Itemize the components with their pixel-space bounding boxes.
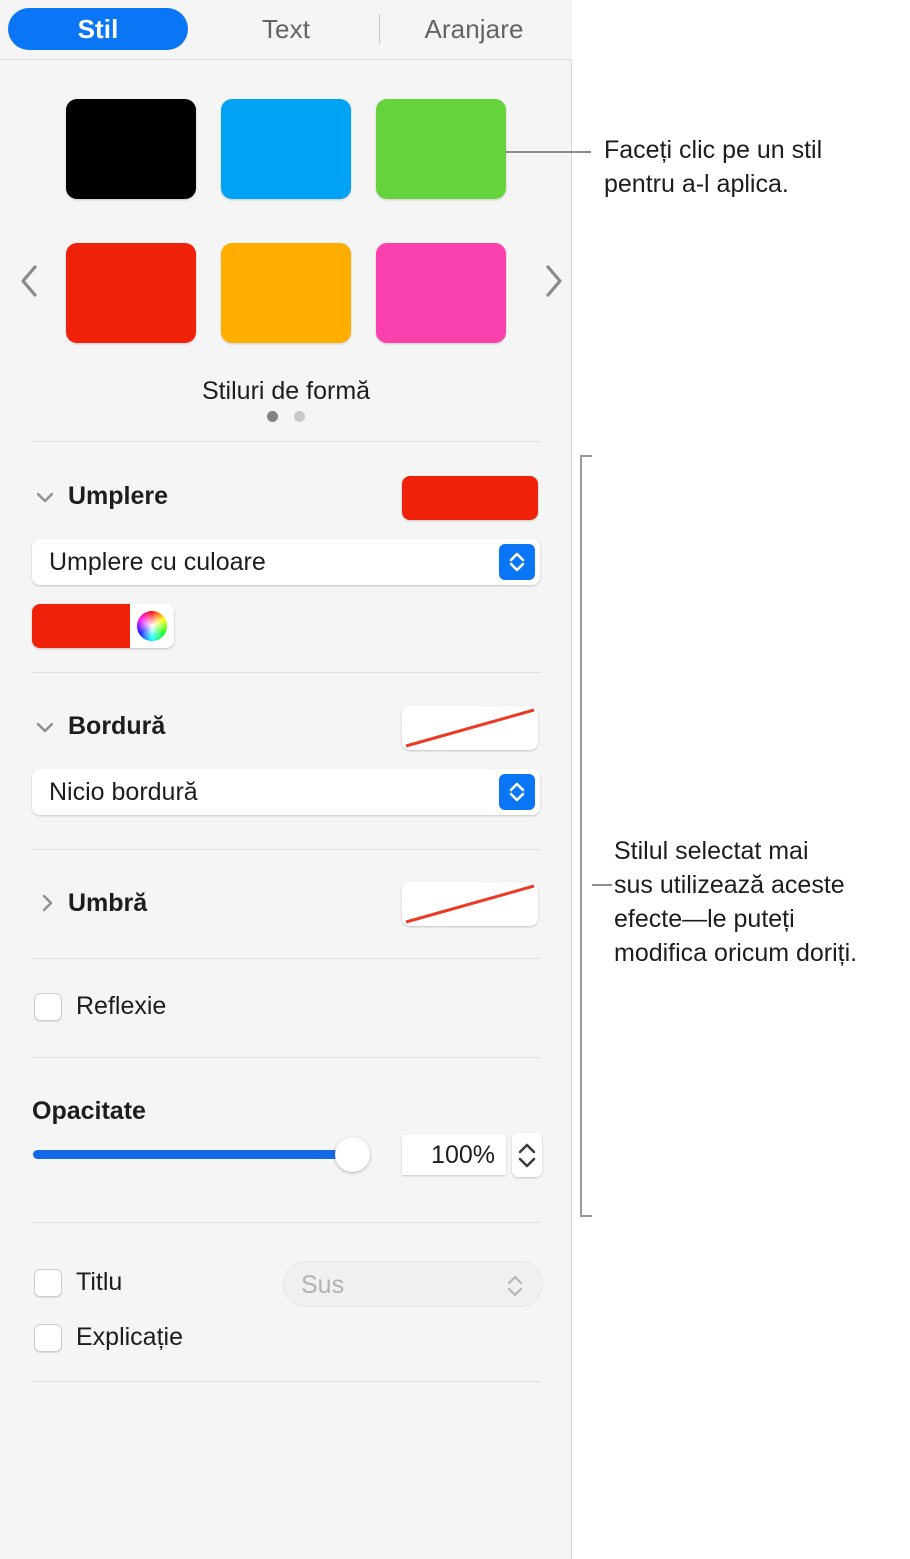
shadow-section-title: Umbră [68,889,148,917]
tab-divider [379,14,380,45]
fill-preview-swatch[interactable] [402,476,538,520]
style-blue[interactable] [221,99,351,199]
border-preview-none[interactable] [402,706,538,750]
callout-leader-line [505,151,591,153]
style-black[interactable] [66,99,196,199]
callout-bracket [580,455,592,1217]
title-checkbox[interactable] [34,1269,62,1297]
callout-effects-line1: Stilul selectat mai [614,837,809,865]
callout-effects-line2: sus utilizează aceste [614,871,845,899]
chevron-updown-icon[interactable] [499,774,535,810]
style-green[interactable] [376,99,506,199]
opacity-value: 100% [431,1141,495,1169]
shadow-preview-none[interactable] [402,882,538,926]
gallery-title: Stiluri de formă [201,377,371,405]
divider [32,1222,540,1223]
style-pink[interactable] [376,243,506,343]
title-label: Titlu [76,1268,123,1296]
border-section-title: Bordură [68,712,166,740]
divider [32,1381,540,1382]
color-wheel-icon[interactable] [137,611,167,641]
chevron-updown-icon[interactable] [499,544,535,580]
opacity-input[interactable]: 100% [402,1135,506,1175]
chevron-down-icon[interactable] [32,714,58,740]
page-dot-1[interactable] [267,411,278,422]
tab-text[interactable]: Text [196,8,376,50]
divider [32,849,540,850]
page-dot-2[interactable] [294,411,305,422]
callout-effects: Stilul selectat mai sus utilizează acest… [614,834,910,970]
divider [32,958,540,959]
inspector-tab-bar: Stil Text Aranjare [0,0,572,60]
reflection-checkbox[interactable] [34,993,62,1021]
shape-styles-gallery: Stiluri de formă [0,59,572,437]
divider [32,1057,540,1058]
reflection-label: Reflexie [76,992,167,1020]
style-orange[interactable] [221,243,351,343]
chevron-updown-icon[interactable] [504,1273,526,1299]
opacity-stepper[interactable] [512,1133,542,1177]
fill-section-title: Umplere [68,482,169,510]
callout-effects-line4: modifica oricum doriți. [614,939,858,967]
callout-styles-line2: pentru a-l aplica. [604,170,789,198]
opacity-slider-knob[interactable] [335,1137,370,1172]
divider [32,441,540,442]
title-position-popup[interactable]: Sus [283,1261,543,1307]
callout-styles: Faceți clic pe un stil pentru a-l aplica… [604,133,904,201]
callout-leader-line [592,884,612,886]
chevron-left-icon[interactable] [12,259,46,303]
opacity-slider-fill [33,1150,363,1159]
chevron-right-icon[interactable] [34,890,60,916]
opacity-label: Opacitate [32,1097,146,1125]
callout-styles-line1: Faceți clic pe un stil [604,136,823,164]
fill-color-swatch[interactable] [32,604,130,648]
caption-checkbox[interactable] [34,1324,62,1352]
style-red[interactable] [66,243,196,343]
gallery-page-dots[interactable] [0,411,572,422]
fill-type-value: Umplere cu culoare [49,548,266,576]
chevron-down-icon[interactable] [32,484,58,510]
border-type-popup[interactable]: Nicio bordură [32,769,540,815]
callout-effects-line3: efecte—le puteți [614,905,795,933]
fill-color-well[interactable] [32,604,174,648]
title-position-value: Sus [301,1271,345,1299]
fill-type-popup[interactable]: Umplere cu culoare [32,539,540,585]
chevron-right-icon[interactable] [537,259,571,303]
format-inspector-panel: Stil Text Aranjare Stiluri de formă Umpl… [0,0,572,1559]
opacity-slider-track[interactable] [33,1150,363,1159]
caption-label: Explicație [76,1323,183,1351]
divider [32,672,540,673]
tab-stil[interactable]: Stil [8,8,188,50]
tab-aranjare[interactable]: Aranjare [384,8,564,50]
border-type-value: Nicio bordură [49,778,198,806]
